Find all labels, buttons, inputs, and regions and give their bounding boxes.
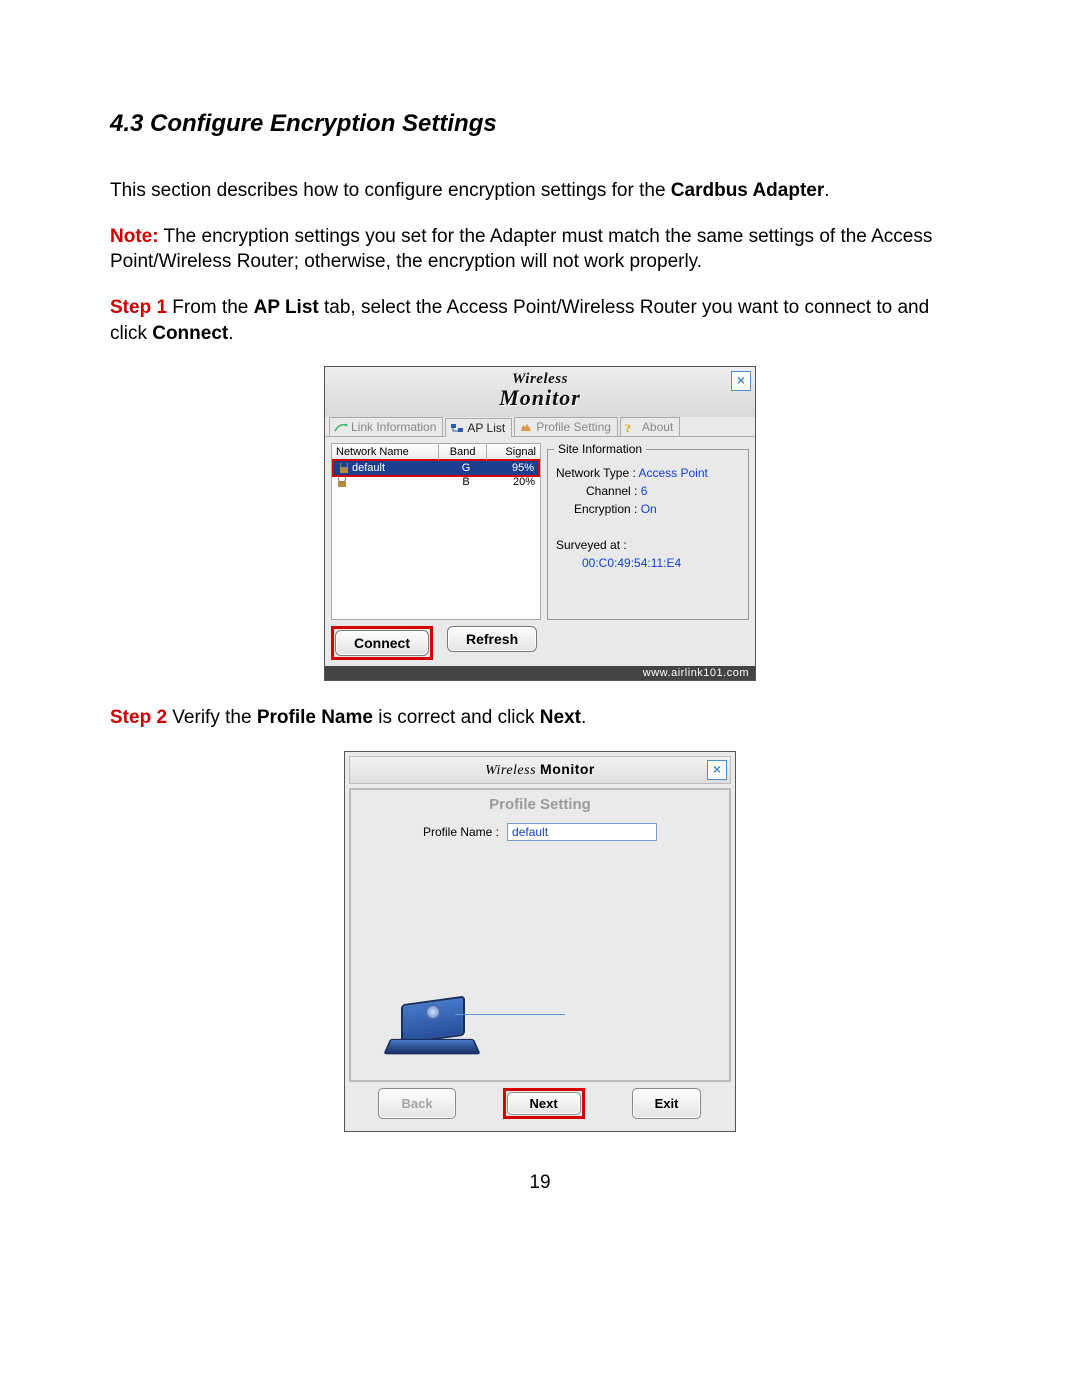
surveyed-label: Surveyed at : <box>556 538 627 552</box>
intro-bold: Cardbus Adapter <box>671 180 824 201</box>
cell-signal: 20% <box>487 476 539 488</box>
step2-b: is correct and click <box>373 707 540 728</box>
intro-text-a: This section describes how to configure … <box>110 180 671 201</box>
laptop-illustration <box>381 998 501 1068</box>
ap-list-header: Network Name Band Signal <box>331 443 541 461</box>
connect-button[interactable]: Connect <box>335 630 429 656</box>
tab-profile-setting[interactable]: Profile Setting <box>514 417 618 436</box>
cell-band: B <box>445 476 487 488</box>
connect-highlight: Connect <box>331 626 433 660</box>
step2-bold-profilename: Profile Name <box>257 707 373 728</box>
back-button[interactable]: Back <box>378 1088 455 1119</box>
logo-monitor: Monitor <box>540 761 595 777</box>
logo-monitor: Monitor <box>499 385 581 411</box>
next-highlight: Next <box>503 1088 585 1119</box>
cell-signal: 95% <box>487 462 538 474</box>
antenna-icon <box>425 1004 441 1020</box>
close-icon[interactable]: × <box>731 371 751 391</box>
window-titlebar: Wireless Monitor × <box>349 756 731 784</box>
page-number: 19 <box>110 1172 970 1194</box>
channel-label: Channel : <box>586 484 641 498</box>
step1-label: Step 1 <box>110 297 167 318</box>
close-icon[interactable]: × <box>707 760 727 780</box>
profile-name-label: Profile Name : <box>423 825 499 839</box>
step2-a: Verify the <box>167 707 257 728</box>
site-information-panel: Site Information Network Type : Access P… <box>547 449 749 620</box>
step2-paragraph: Step 2 Verify the Profile Name is correc… <box>110 705 970 731</box>
profile-name-input[interactable] <box>507 823 657 841</box>
lock-icon <box>336 477 348 487</box>
encryption-label: Encryption : <box>574 502 641 516</box>
lock-icon <box>338 463 350 473</box>
tab-about-label: About <box>642 420 673 434</box>
encryption-value: On <box>641 502 657 516</box>
list-row[interactable]: default G 95% <box>334 461 538 475</box>
step1-paragraph: Step 1 From the AP List tab, select the … <box>110 295 970 346</box>
section-heading: 4.3 Configure Encryption Settings <box>110 110 970 138</box>
step2-bold-next: Next <box>540 707 581 728</box>
channel-value: 6 <box>641 484 648 498</box>
ap-list-pane: Network Name Band Signal default G 95% <box>331 443 541 620</box>
refresh-button[interactable]: Refresh <box>447 626 537 652</box>
intro-paragraph: This section describes how to configure … <box>110 178 970 204</box>
col-network-name[interactable]: Network Name <box>332 444 439 460</box>
profile-setting-panel: Profile Setting Profile Name : <box>349 788 731 1082</box>
col-band[interactable]: Band <box>439 444 487 460</box>
intro-text-b: . <box>824 180 829 201</box>
app-logo: Wireless Monitor <box>499 371 581 411</box>
note-label: Note: <box>110 226 159 247</box>
ap-list-body[interactable]: default G 95% B 20% <box>331 459 541 620</box>
mac-address-value: 00:C0:49:54:11:E4 <box>556 556 740 570</box>
cell-name: default <box>352 462 385 474</box>
window-titlebar: Wireless Monitor × <box>325 367 755 417</box>
step2-c: . <box>581 707 586 728</box>
tab-aplist-label: AP List <box>467 421 505 435</box>
step2-label: Step 2 <box>110 707 167 728</box>
tab-ap-list[interactable]: AP List <box>445 418 512 437</box>
step1-bold-aplist: AP List <box>254 297 319 318</box>
note-paragraph: Note: The encryption settings you set fo… <box>110 224 970 275</box>
nettype-label: Network Type : <box>556 466 638 480</box>
app-logo: Wireless Monitor <box>485 763 595 778</box>
note-text: The encryption settings you set for the … <box>110 226 932 273</box>
tab-profile-label: Profile Setting <box>536 420 611 434</box>
next-button[interactable]: Next <box>507 1092 581 1115</box>
signal-icon <box>334 421 348 433</box>
hand-icon <box>519 421 533 433</box>
question-icon: ? <box>625 421 639 433</box>
tab-about[interactable]: ? About <box>620 417 680 436</box>
site-info-legend: Site Information <box>554 442 646 456</box>
logo-wireless: Wireless <box>485 763 536 778</box>
footer-url: www.airlink101.com <box>325 666 755 680</box>
tab-link-label: Link Information <box>351 420 436 434</box>
tab-strip: Link Information AP List Profile Setting… <box>325 417 755 436</box>
network-icon <box>450 422 464 434</box>
step1-a: From the <box>167 297 254 318</box>
tab-link-information[interactable]: Link Information <box>329 417 443 436</box>
wireless-monitor-ap-list-window: Wireless Monitor × Link Information AP L… <box>324 366 756 681</box>
profile-setting-title: Profile Setting <box>351 790 729 823</box>
step1-c: . <box>228 323 233 344</box>
exit-button[interactable]: Exit <box>632 1088 702 1119</box>
nettype-value: Access Point <box>638 466 707 480</box>
col-signal[interactable]: Signal <box>487 444 540 460</box>
cell-band: G <box>445 462 486 474</box>
step1-bold-connect: Connect <box>152 323 228 344</box>
list-row[interactable]: B 20% <box>332 475 540 489</box>
wireless-monitor-profile-window: Wireless Monitor × Profile Setting Profi… <box>344 751 736 1132</box>
